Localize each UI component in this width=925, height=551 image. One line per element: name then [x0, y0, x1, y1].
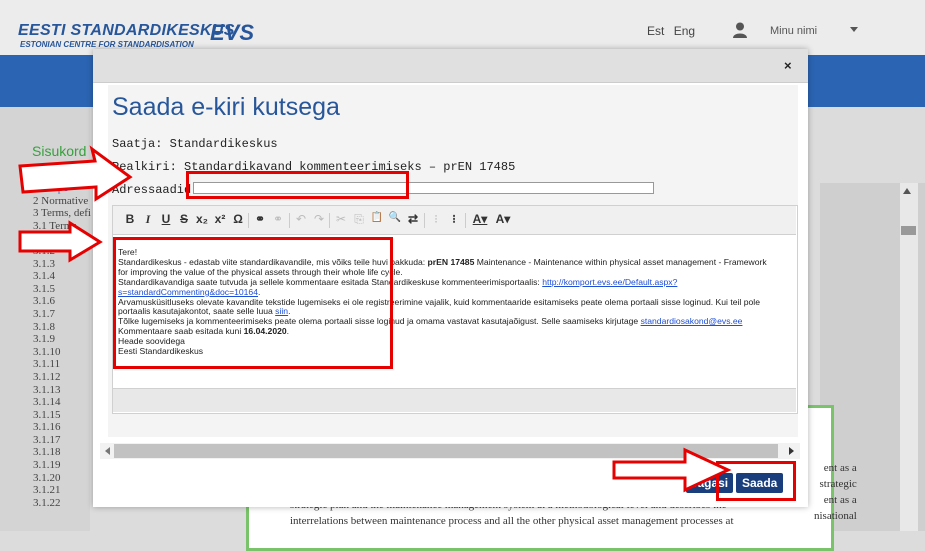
annotation-arrows [18, 145, 732, 493]
arrow-icon [18, 220, 103, 263]
arrow-icon [18, 145, 133, 202]
arrow-icon [612, 447, 732, 493]
